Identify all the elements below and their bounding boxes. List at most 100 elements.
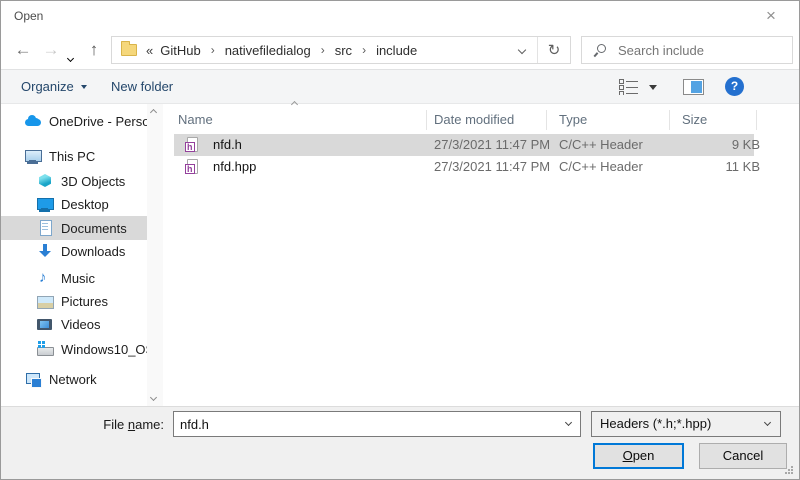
column-divider[interactable]	[546, 110, 547, 130]
file-type-value: Headers (*.h;*.hpp)	[600, 416, 711, 431]
column-headers: Name Date modified Type Size	[163, 108, 799, 132]
dialog-title: Open	[14, 9, 43, 23]
resize-grip[interactable]	[785, 466, 794, 475]
recent-locations-button[interactable]	[63, 45, 77, 59]
windows-drive-icon	[37, 341, 53, 357]
column-header-size[interactable]: Size	[682, 108, 707, 132]
folder-icon	[121, 44, 137, 56]
sidebar-item-windows10-os[interactable]: Windows10_OS (	[1, 337, 147, 361]
file-row-nfd-hpp[interactable]: h nfd.hpp 27/3/2021 11:47 PM C/C++ Heade…	[174, 156, 754, 178]
dropdown-arrow-icon	[649, 85, 657, 90]
breadcrumb-segment-github[interactable]: GitHub	[158, 43, 202, 58]
up-button[interactable]: ↑	[83, 39, 105, 61]
sidebar-item-label: Desktop	[61, 197, 109, 212]
sidebar-item-network[interactable]: Network	[1, 367, 147, 391]
sidebar-item-label: Windows10_OS (	[61, 342, 147, 357]
navigation-pane: OneDrive - Person This PC 3D Objects Des…	[1, 104, 147, 406]
column-header-name[interactable]: Name	[178, 108, 213, 132]
cancel-button[interactable]: Cancel	[699, 443, 787, 469]
sidebar-item-label: Downloads	[61, 244, 125, 259]
column-divider[interactable]	[426, 110, 427, 130]
file-name: nfd.hpp	[213, 156, 256, 178]
chevron-down-icon	[66, 55, 73, 62]
column-header-type[interactable]: Type	[559, 108, 587, 132]
organize-button[interactable]: Organize	[21, 70, 87, 103]
search-input[interactable]	[618, 38, 788, 62]
file-size: 9 KB	[664, 134, 760, 156]
file-row-nfd-h[interactable]: h nfd.h 27/3/2021 11:47 PM C/C++ Header …	[174, 134, 754, 156]
sidebar-item-documents[interactable]: Documents	[1, 216, 147, 240]
new-folder-button[interactable]: New folder	[111, 70, 173, 103]
breadcrumb-segment-nativefiledialog[interactable]: nativefiledialog	[223, 43, 313, 58]
computer-icon	[25, 148, 41, 164]
address-bar-controls: ↻	[507, 37, 570, 63]
dropdown-arrow-icon	[81, 85, 87, 89]
sidebar-item-music[interactable]: Music	[1, 266, 147, 290]
sidebar-item-pictures[interactable]: Pictures	[1, 289, 147, 313]
sidebar-item-label: Network	[49, 372, 97, 387]
file-type-select[interactable]: Headers (*.h;*.hpp)	[591, 411, 781, 437]
preview-pane-button[interactable]	[683, 79, 704, 95]
music-note-icon	[37, 270, 53, 286]
details-view-button[interactable]	[619, 79, 639, 100]
file-list: Name Date modified Type Size h nfd.h 27/…	[163, 104, 799, 406]
breadcrumb-segment-src[interactable]: src	[333, 43, 354, 58]
search-box[interactable]	[581, 36, 793, 64]
film-icon	[37, 316, 53, 332]
sidebar-scrollbar[interactable]	[147, 104, 163, 406]
breadcrumb-segment-include[interactable]: include	[374, 43, 419, 58]
file-name-label: File name:	[1, 417, 164, 432]
sidebar-item-downloads[interactable]: Downloads	[1, 239, 147, 263]
command-toolbar: Organize New folder ?	[1, 69, 799, 104]
file-size: 11 KB	[664, 156, 760, 178]
document-icon	[37, 220, 53, 236]
sidebar-item-onedrive[interactable]: OneDrive - Person	[1, 109, 147, 133]
column-header-date-modified[interactable]: Date modified	[434, 108, 514, 132]
help-button[interactable]: ?	[725, 77, 744, 96]
scroll-down-icon[interactable]	[150, 394, 157, 401]
header-file-icon: h	[187, 159, 198, 174]
chevron-down-icon[interactable]	[565, 419, 572, 426]
scroll-up-icon[interactable]	[150, 109, 157, 116]
file-name-input[interactable]	[180, 413, 554, 435]
sidebar-item-desktop[interactable]: Desktop	[1, 192, 147, 216]
sidebar-item-videos[interactable]: Videos	[1, 312, 147, 336]
column-divider[interactable]	[756, 110, 757, 130]
refresh-button[interactable]: ↻	[538, 41, 570, 59]
titlebar: Open ×	[1, 1, 799, 31]
network-icon	[25, 371, 41, 387]
sidebar-item-3d-objects[interactable]: 3D Objects	[1, 169, 147, 193]
breadcrumb-overflow-button[interactable]: «	[137, 43, 158, 58]
file-date-modified: 27/3/2021 11:47 PM	[434, 134, 550, 156]
forward-button: →	[40, 39, 62, 61]
sidebar-item-label: Documents	[61, 221, 127, 236]
organize-label: Organize	[21, 79, 74, 94]
column-divider[interactable]	[669, 110, 670, 130]
sidebar-item-label: Videos	[61, 317, 101, 332]
chevron-down-icon	[764, 419, 771, 426]
new-folder-label: New folder	[111, 79, 173, 94]
breadcrumb-separator[interactable]: ›	[313, 43, 333, 57]
breadcrumb-separator[interactable]: ›	[354, 43, 374, 57]
address-dropdown-button[interactable]	[507, 37, 537, 63]
close-icon[interactable]: ×	[755, 3, 787, 29]
file-name-field[interactable]	[173, 411, 581, 437]
navigation-bar: ← → ↑ « GitHub › nativefiledialog › src …	[1, 31, 799, 69]
details-view-icon	[619, 79, 639, 95]
breadcrumb-separator[interactable]: ›	[203, 43, 223, 57]
open-button[interactable]: Open	[593, 443, 684, 469]
picture-icon	[37, 293, 53, 309]
file-type: C/C++ Header	[559, 156, 643, 178]
onedrive-cloud-icon	[25, 113, 41, 129]
sidebar-item-label: 3D Objects	[61, 174, 125, 189]
back-button[interactable]: ←	[12, 39, 34, 61]
sidebar-item-this-pc[interactable]: This PC	[1, 144, 147, 168]
file-type: C/C++ Header	[559, 134, 643, 156]
file-date-modified: 27/3/2021 11:47 PM	[434, 156, 550, 178]
search-icon	[597, 44, 606, 53]
file-name: nfd.h	[213, 134, 242, 156]
views-dropdown-button[interactable]	[649, 76, 657, 98]
sidebar-item-label: Pictures	[61, 294, 108, 309]
address-bar[interactable]: « GitHub › nativefiledialog › src › incl…	[111, 36, 571, 64]
sidebar-item-label: This PC	[49, 149, 95, 164]
